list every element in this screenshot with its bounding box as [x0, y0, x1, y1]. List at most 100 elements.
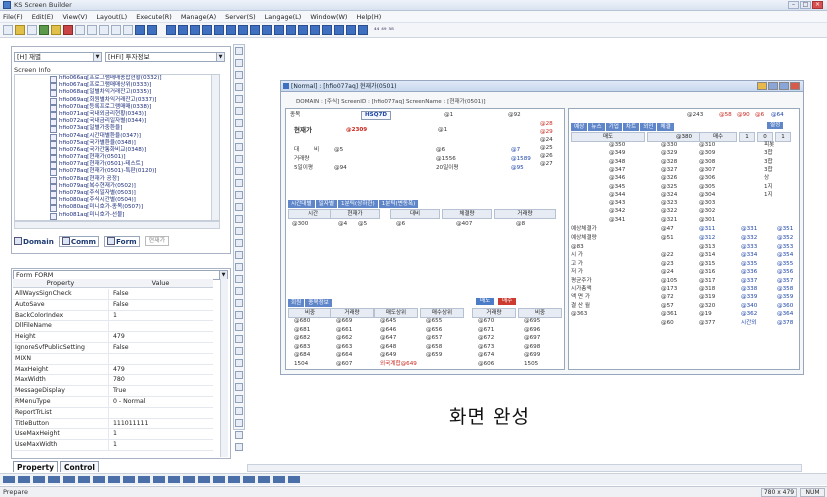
property-value[interactable]: 0 - Normal — [108, 396, 213, 407]
window-tab[interactable] — [288, 476, 300, 483]
property-scrollbar[interactable] — [220, 279, 228, 457]
control-tool-icon[interactable] — [235, 239, 243, 247]
time-tab[interactable]: 1분틱(변동폭) — [378, 200, 419, 208]
control-tool-icon[interactable] — [235, 215, 243, 223]
tab-comm[interactable]: Comm — [58, 235, 100, 247]
bring-front-icon[interactable] — [322, 25, 332, 35]
control-tool-icon[interactable] — [235, 263, 243, 271]
menu-file[interactable]: File(F) — [3, 13, 23, 21]
refresh-icon[interactable] — [111, 25, 121, 35]
window-tab[interactable] — [273, 476, 285, 483]
orderbook-tab[interactable]: 예상 — [571, 123, 588, 131]
property-row[interactable]: TitleButton 111011111 — [13, 418, 213, 430]
property-row[interactable]: ReportTrList — [13, 407, 213, 419]
chevron-down-icon[interactable]: ▼ — [216, 53, 224, 61]
folder-icon[interactable] — [51, 25, 61, 35]
property-row[interactable]: Height 479 — [13, 332, 213, 343]
tab-control[interactable]: Control — [59, 461, 99, 472]
tree-item[interactable]: hfio075aq[국가별환율(0348)] — [15, 140, 219, 148]
grid-icon[interactable] — [147, 25, 157, 35]
control-tool-icon[interactable] — [235, 155, 243, 163]
control-tool-icon[interactable] — [235, 227, 243, 235]
property-value[interactable] — [108, 321, 213, 332]
control-tool-icon[interactable] — [235, 131, 243, 139]
control-tool-icon[interactable] — [235, 167, 243, 175]
window-tab[interactable] — [33, 476, 45, 483]
tab-order-icon[interactable] — [346, 25, 356, 35]
same-size-icon[interactable] — [262, 25, 272, 35]
form-window[interactable]: [Normal] : [hfio077aq] 현재가(0501) DOMAIN … — [280, 80, 804, 375]
property-value[interactable]: False — [108, 289, 213, 299]
settings-button[interactable]: 설정 — [767, 122, 784, 129]
tool-icon[interactable] — [123, 25, 133, 35]
menu-window[interactable]: Window(W) — [310, 13, 347, 21]
tree-vertical-scrollbar[interactable] — [211, 75, 219, 220]
control-tool-icon[interactable] — [235, 71, 243, 79]
tree-item[interactable]: hfio070aq[등록프로그램매매(0338)] — [15, 104, 219, 112]
control-tool-icon[interactable] — [235, 119, 243, 127]
menu-server[interactable]: Server(S) — [225, 13, 256, 21]
time-tab[interactable]: 일자별 — [315, 200, 338, 208]
screen-search-input[interactable]: 현재가 — [144, 236, 170, 246]
control-tool-icon[interactable] — [235, 59, 243, 67]
control-tool-icon[interactable] — [235, 371, 243, 379]
control-tool-icon[interactable] — [235, 191, 243, 199]
control-tool-icon[interactable] — [235, 443, 243, 451]
center-vertical-icon[interactable] — [310, 25, 320, 35]
align-top-icon[interactable] — [202, 25, 212, 35]
window-tab[interactable] — [213, 476, 225, 483]
control-tool-icon[interactable] — [235, 359, 243, 367]
align-left-icon[interactable] — [166, 25, 176, 35]
property-row[interactable]: MaxHeight 479 — [13, 364, 213, 376]
window-tab[interactable] — [243, 476, 255, 483]
domain-combo[interactable]: [H] 재별 ▼ — [14, 52, 102, 62]
window-tab[interactable] — [123, 476, 135, 483]
tree-item[interactable]: hfio068aq[일별차익거래잔고(0335)] — [15, 89, 219, 98]
window-tab[interactable] — [108, 476, 120, 483]
chevron-down-icon[interactable]: ▼ — [93, 53, 101, 61]
control-tool-icon[interactable] — [235, 287, 243, 295]
control-tool-icon[interactable] — [235, 47, 243, 55]
tree-item[interactable]: hfio078aq[현재가(0501)-특판(0120)] — [15, 168, 219, 177]
control-tool-icon[interactable] — [235, 407, 243, 415]
run-icon[interactable] — [63, 25, 73, 35]
space-vertical-icon[interactable] — [286, 25, 296, 35]
page-cell[interactable]: 1 — [739, 132, 755, 142]
window-tab[interactable] — [258, 476, 270, 483]
window-tab[interactable] — [138, 476, 150, 483]
menu-edit[interactable]: Edit(E) — [32, 13, 54, 21]
stock-code-input[interactable]: HSQ7D — [361, 111, 392, 120]
menu-view[interactable]: View(V) — [62, 13, 87, 21]
orderbook-tab[interactable]: 체결 — [657, 123, 674, 131]
tab-property[interactable]: Property — [13, 461, 58, 472]
property-row[interactable]: RMenuType 0 - Normal — [13, 396, 213, 408]
form-minimize-button[interactable] — [768, 82, 778, 90]
menu-help[interactable]: Help(H) — [356, 13, 381, 21]
property-value[interactable]: 111011111 — [108, 418, 213, 429]
window-tab[interactable] — [93, 476, 105, 483]
window-icon[interactable] — [135, 25, 145, 35]
tree-item[interactable]: hfio080aq[미니호가-종목(0507)] — [15, 204, 219, 213]
time-tab[interactable]: 1분틱(상하한) — [338, 200, 378, 208]
property-row[interactable]: DllFileName — [13, 321, 213, 333]
window-tab[interactable] — [18, 476, 30, 483]
property-value[interactable]: True — [108, 386, 213, 396]
property-value[interactable]: False — [108, 299, 213, 310]
open-folder-icon[interactable] — [15, 25, 25, 35]
tree-item[interactable]: hfio069aq[회원별차익거래잔고(0337)] — [15, 97, 219, 105]
close-button[interactable]: × — [812, 1, 823, 9]
sell-button[interactable]: 매도 — [476, 298, 495, 305]
same-height-icon[interactable] — [250, 25, 260, 35]
edit-icon[interactable] — [39, 25, 49, 35]
send-back-icon[interactable] — [334, 25, 344, 35]
minimize-button[interactable]: – — [788, 1, 799, 9]
window-tab[interactable] — [3, 476, 15, 483]
control-tool-icon[interactable] — [235, 95, 243, 103]
property-value[interactable]: 1 — [108, 310, 213, 321]
control-tool-icon[interactable] — [235, 143, 243, 151]
property-row[interactable]: UseMaxHeight 1 — [13, 429, 213, 441]
property-value[interactable] — [108, 353, 213, 364]
tree-item[interactable]: hfio079aq[복수현재가(0502)] — [15, 183, 219, 192]
property-row[interactable]: UseMaxWidth 1 — [13, 440, 213, 451]
align-center-icon[interactable] — [178, 25, 188, 35]
